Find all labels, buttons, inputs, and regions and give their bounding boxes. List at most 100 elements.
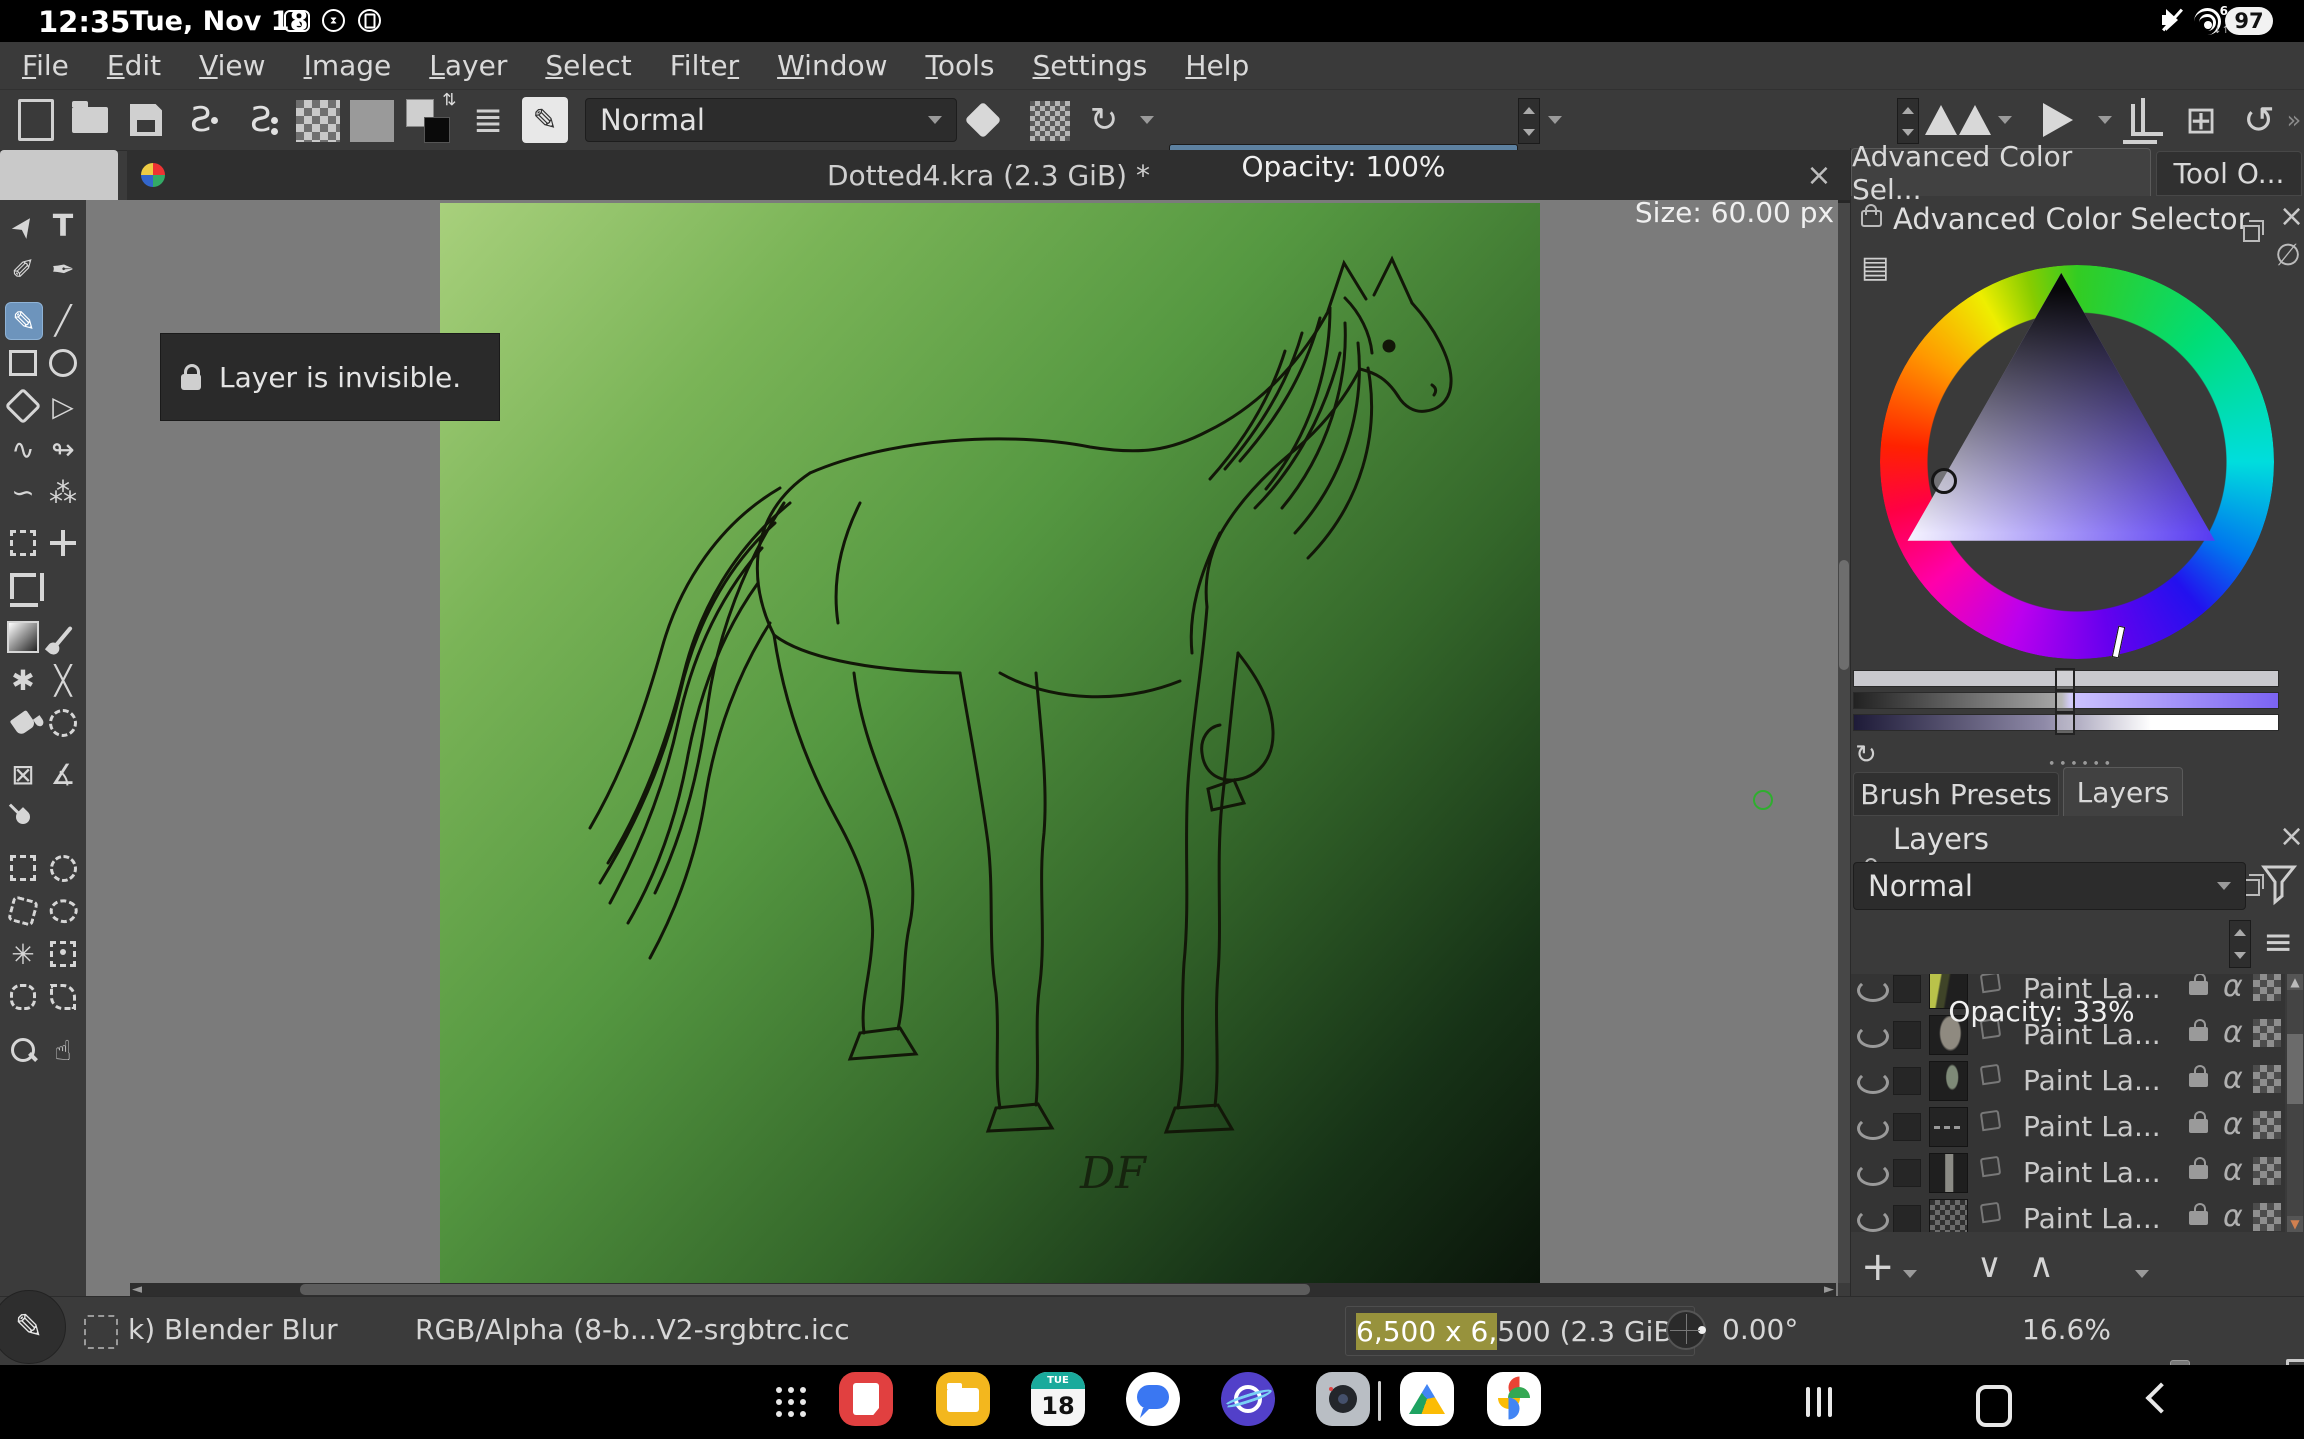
alpha-icon[interactable]: α: [2223, 1153, 2243, 1188]
tool-reference-images[interactable]: [5, 799, 41, 835]
tool-crop[interactable]: [5, 568, 41, 604]
menu-window[interactable]: Window: [777, 49, 887, 82]
add-layer-button[interactable]: +: [1861, 1244, 1895, 1290]
brush-smoothing-button[interactable]: S: [178, 98, 230, 142]
inherit-alpha-icon[interactable]: [2253, 1065, 2281, 1093]
add-layer-chevron-icon[interactable]: [1903, 1270, 1917, 1278]
layer-thumbnail[interactable]: [1929, 1199, 1968, 1232]
selection-mode-icon[interactable]: [84, 1315, 118, 1349]
size-slider[interactable]: Size: 60.00 px: [1572, 190, 1897, 236]
hscroll-handle[interactable]: [300, 1284, 1310, 1295]
app-drawer-button[interactable]: [776, 1387, 806, 1417]
tool-magnetic-selection[interactable]: [45, 979, 81, 1015]
toolbox-docker-header[interactable]: [0, 150, 118, 200]
menu-filter[interactable]: Filter: [670, 49, 739, 82]
calendar-app-icon[interactable]: TUE 18: [1031, 1372, 1085, 1426]
save-button[interactable]: [124, 98, 168, 142]
inherit-alpha-icon[interactable]: [2253, 1111, 2281, 1139]
reload-options-chevron-icon[interactable]: [1140, 116, 1154, 124]
opacity-options-chevron-icon[interactable]: [1548, 116, 1562, 124]
tool-calligraphy[interactable]: ✒: [45, 251, 81, 287]
visibility-eye-icon[interactable]: [1857, 1117, 1889, 1140]
tool-freehand-selection[interactable]: [45, 893, 81, 929]
edit-brush-settings-button[interactable]: ≣: [466, 98, 510, 142]
tool-line[interactable]: ╱: [45, 302, 81, 338]
scroll-down-arrow-icon[interactable]: ▼: [2287, 1216, 2303, 1232]
canvas-rotation-value[interactable]: 0.00°: [1722, 1313, 1798, 1346]
close-docker-icon[interactable]: ×: [2279, 202, 2304, 232]
menu-select[interactable]: Select: [545, 49, 631, 82]
color-slider-value[interactable]: [1853, 714, 2279, 731]
eraser-mode-button[interactable]: [960, 98, 1006, 142]
layer-list-scrollbar[interactable]: ▲ ▼: [2287, 974, 2303, 1232]
tool-zoom[interactable]: [5, 1032, 41, 1068]
transparent-color-button[interactable]: ∅: [2275, 238, 2301, 273]
tool-multibrush[interactable]: ⁂: [45, 474, 81, 510]
layer-row[interactable]: Paint La... α: [1851, 1103, 2285, 1150]
scroll-up-arrow-icon[interactable]: ▲: [2287, 974, 2303, 990]
layer-filter-button[interactable]: [2261, 864, 2297, 912]
color-slider-lightness[interactable]: [1853, 670, 2279, 687]
layer-color-label[interactable]: [1893, 1113, 1921, 1141]
tool-transform[interactable]: [5, 525, 41, 561]
slider-handle[interactable]: [2055, 712, 2075, 735]
tab-advanced-color-selector[interactable]: Advanced Color Sel...: [1851, 148, 2151, 196]
menu-file[interactable]: File: [22, 49, 69, 82]
tool-freehand-path[interactable]: ↬: [45, 431, 81, 467]
tool-bezier-selection[interactable]: [5, 979, 41, 1015]
menu-settings[interactable]: Settings: [1033, 49, 1148, 82]
document-tab-close-button[interactable]: ×: [1802, 158, 1836, 192]
tool-pan[interactable]: ☝: [45, 1032, 81, 1068]
layer-blending-mode-dropdown[interactable]: Normal: [1853, 862, 2246, 910]
float-docker-icon[interactable]: [2243, 225, 2260, 242]
image-size-memory[interactable]: 6,500 x 6,500 (2.3 GiB): [1345, 1306, 1695, 1356]
tool-bezier-curve[interactable]: ∿: [5, 431, 41, 467]
back-nav-button[interactable]: [2145, 1382, 2176, 1413]
color-history-refresh-button[interactable]: ↻: [1855, 740, 1877, 770]
blending-mode-dropdown[interactable]: Normal: [585, 98, 957, 142]
tool-measure[interactable]: ∡: [45, 756, 81, 792]
menu-image[interactable]: Image: [304, 49, 392, 82]
tool-enclose-fill[interactable]: [45, 705, 81, 741]
mirror-vertical-chevron-icon[interactable]: [2098, 116, 2112, 124]
move-layer-down-button[interactable]: ∨: [1977, 1246, 2002, 1286]
layer-color-label[interactable]: [1893, 1205, 1921, 1232]
scroll-right-arrow-icon[interactable]: ►: [1824, 1283, 1834, 1296]
menu-view[interactable]: View: [199, 49, 265, 82]
layer-color-label[interactable]: [1893, 1067, 1921, 1095]
notes-app-icon[interactable]: [839, 1372, 893, 1426]
zoom-percentage[interactable]: 16.6%: [2022, 1313, 2111, 1346]
tool-circular-selection[interactable]: [45, 850, 81, 886]
layer-name[interactable]: Paint La...: [2023, 1202, 2161, 1232]
tool-ellipse[interactable]: [45, 345, 81, 381]
mirror-vertical-button[interactable]: [2030, 98, 2086, 142]
properties-chevron-icon[interactable]: [2135, 1270, 2149, 1278]
mirror-horizontal-chevron-icon[interactable]: [1998, 116, 2012, 124]
size-spinner[interactable]: [1897, 98, 1919, 144]
home-nav-button[interactable]: [1976, 1385, 2012, 1427]
selector-settings-button[interactable]: ▤: [1861, 250, 1889, 285]
visibility-eye-icon[interactable]: [1857, 1163, 1889, 1186]
tool-move[interactable]: [45, 525, 81, 561]
recents-nav-button[interactable]: [1806, 1383, 1840, 1421]
alpha-icon[interactable]: α: [2223, 1061, 2243, 1096]
layer-thumbnail[interactable]: [1929, 1107, 1968, 1147]
alpha-icon[interactable]: α: [2223, 1199, 2243, 1232]
tool-polyline[interactable]: ▷: [45, 388, 81, 424]
layer-lock-icon[interactable]: [2189, 1119, 2208, 1133]
tool-dynamic-brush[interactable]: ∽: [5, 474, 41, 510]
layer-lock-icon[interactable]: [2189, 1165, 2208, 1179]
inherit-alpha-icon[interactable]: [2253, 1157, 2281, 1185]
visibility-eye-icon[interactable]: [1857, 1209, 1889, 1232]
workspace-chooser-button[interactable]: ⊞: [2178, 98, 2224, 142]
layer-lock-icon[interactable]: [2189, 1211, 2208, 1225]
browser-app-icon[interactable]: [1221, 1372, 1275, 1426]
tab-tool-options[interactable]: Tool O...: [2156, 151, 2302, 196]
inherit-alpha-icon[interactable]: [2253, 1019, 2281, 1047]
visibility-eye-icon[interactable]: [1857, 1071, 1889, 1094]
canvas-image[interactable]: DF: [440, 203, 1540, 1283]
menu-edit[interactable]: Edit: [107, 49, 161, 82]
brush-preset-chooser-button[interactable]: ✎: [522, 97, 568, 143]
menu-layer[interactable]: Layer: [429, 49, 507, 82]
tool-text[interactable]: T: [45, 208, 81, 244]
